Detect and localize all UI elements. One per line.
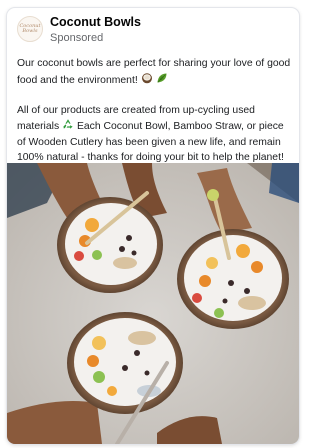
page-avatar[interactable]: Coconut Bowls: [17, 16, 43, 42]
avatar-logo-text: Coconut Bowls: [19, 23, 41, 34]
page-name-link[interactable]: Coconut Bowls: [50, 15, 141, 29]
coconut-emoji-icon: [141, 72, 153, 90]
sponsored-post-card: Coconut Bowls Coconut Bowls Sponsored Ou…: [7, 8, 299, 444]
sponsored-label[interactable]: Sponsored: [50, 32, 103, 44]
post-header: Coconut Bowls Coconut Bowls Sponsored: [7, 8, 299, 54]
recycle-emoji-icon: [62, 118, 74, 136]
leaf-emoji-icon: [156, 72, 168, 90]
post-paragraph-1: Our coconut bowls are perfect for sharin…: [17, 57, 295, 89]
post-paragraph-1-text: Our coconut bowls are perfect for sharin…: [17, 58, 291, 86]
post-image[interactable]: [7, 163, 299, 444]
